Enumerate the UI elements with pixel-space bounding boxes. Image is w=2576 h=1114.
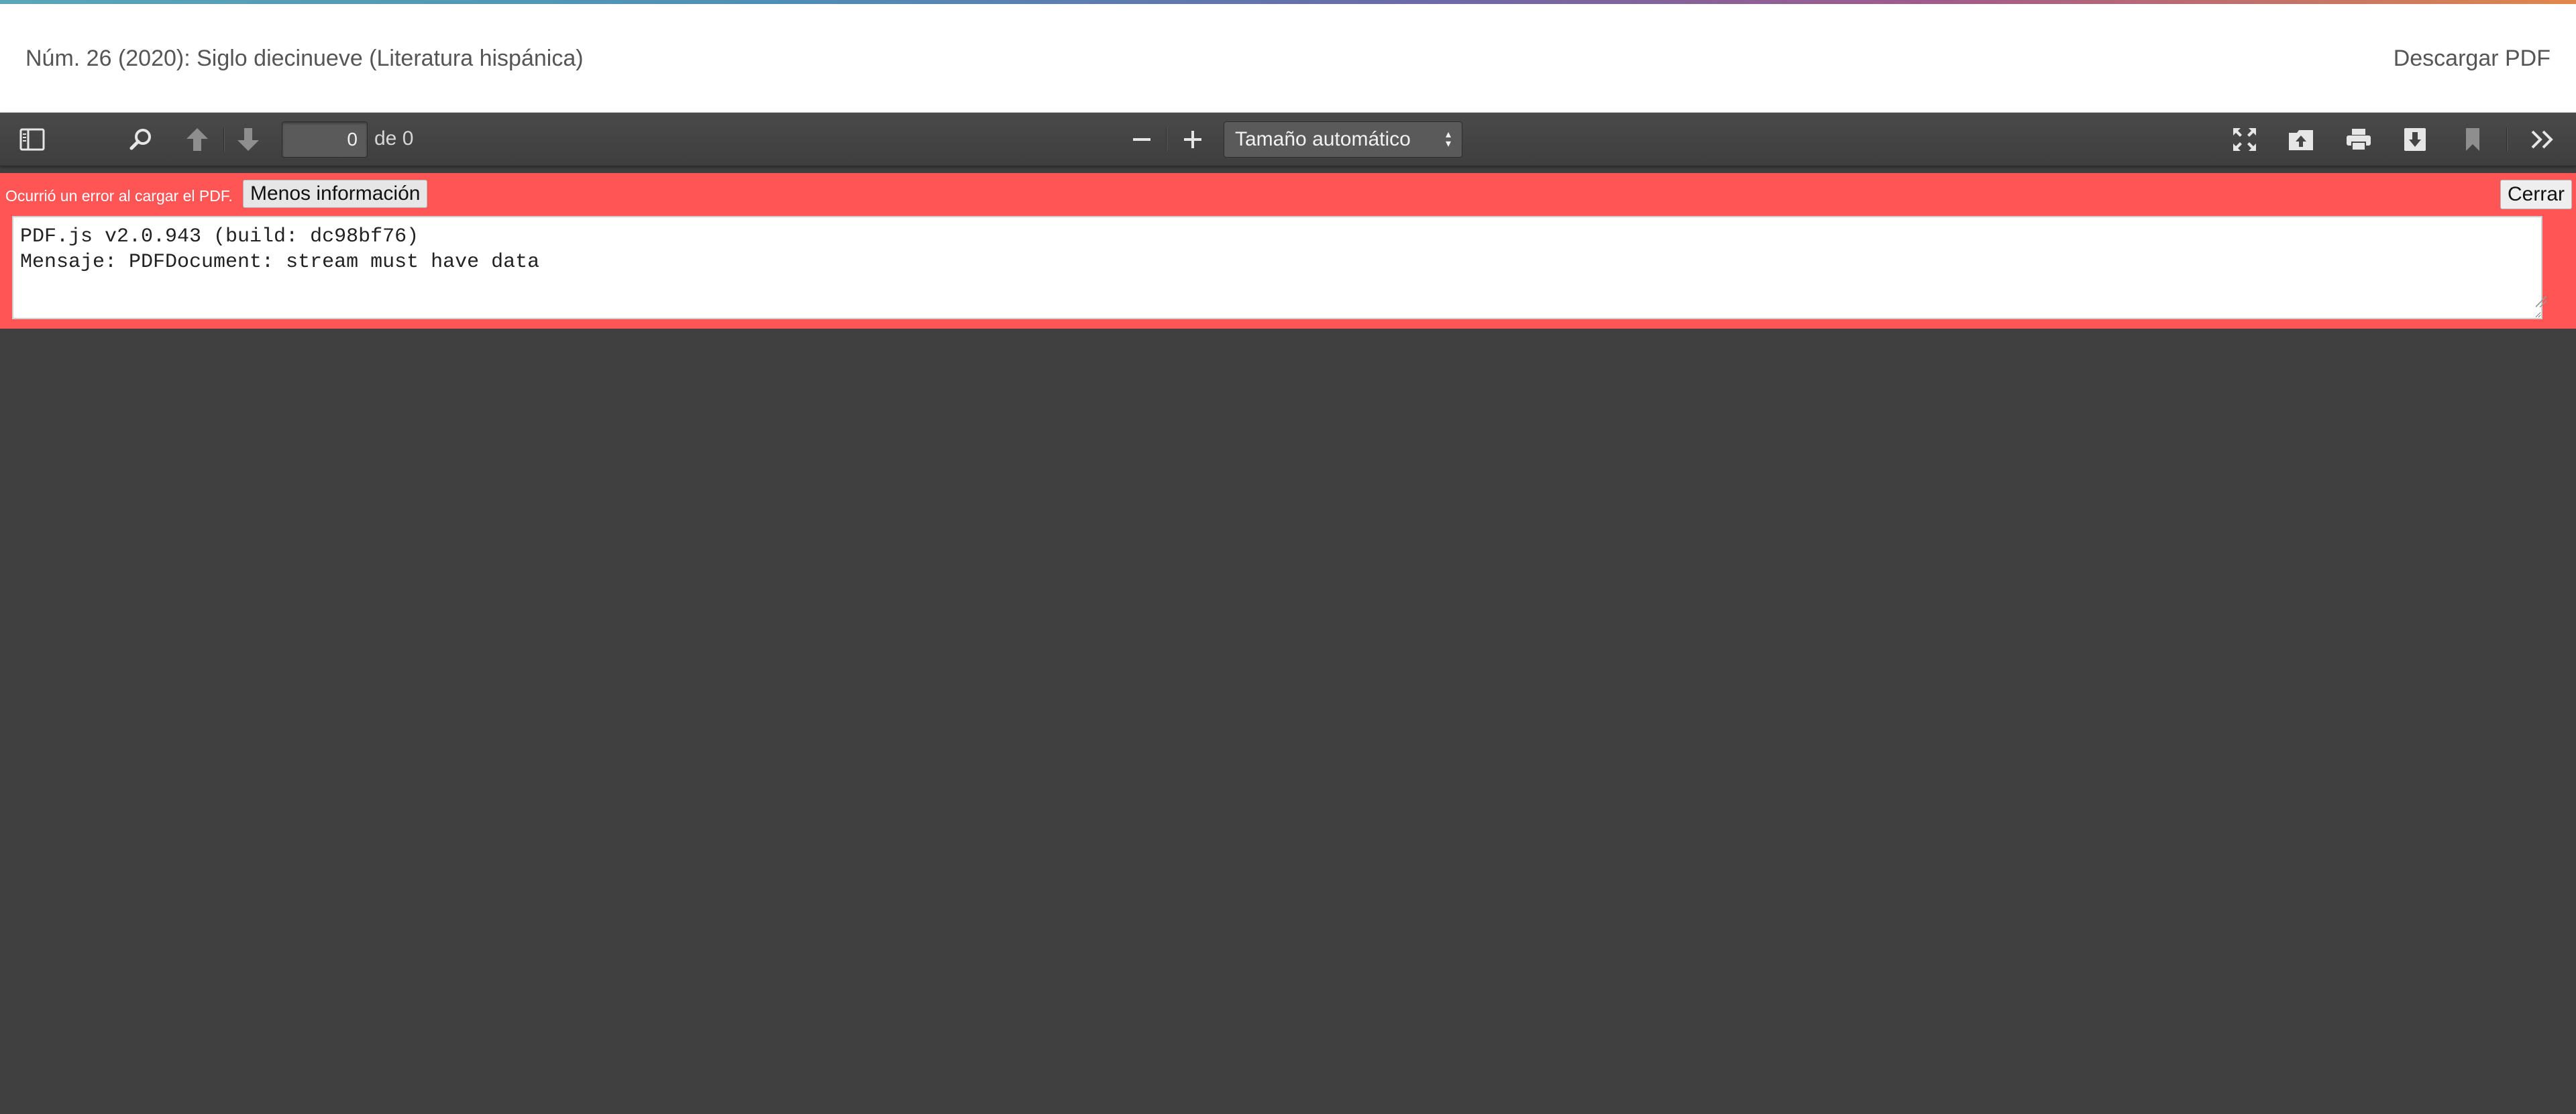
open-file-icon <box>2289 130 2313 150</box>
double-chevron-right-icon <box>2531 130 2553 149</box>
search-icon <box>129 129 151 150</box>
print-button[interactable] <box>2339 119 2379 160</box>
open-file-button[interactable] <box>2281 119 2321 160</box>
error-details-textarea[interactable]: PDF.js v2.0.943 (build: dc98bf76) Mensaj… <box>12 216 2542 319</box>
toolbar-separator <box>1166 127 1167 152</box>
close-error-button[interactable]: Cerrar <box>2500 180 2572 209</box>
toolbar-separator <box>223 127 225 152</box>
arrow-up-icon <box>186 128 208 151</box>
presentation-mode-button[interactable] <box>2224 119 2265 160</box>
download-pdf-link[interactable]: Descargar PDF <box>2394 46 2551 72</box>
pdf-viewer-page: Núm. 26 (2020): Siglo diecinueve (Litera… <box>0 0 2576 1114</box>
minus-icon <box>1133 138 1150 141</box>
next-page-button[interactable] <box>228 119 268 160</box>
viewer-container[interactable] <box>0 329 2576 1114</box>
bookmark-button[interactable] <box>2453 119 2493 160</box>
print-icon <box>2347 129 2371 151</box>
arrow-down-icon <box>237 128 259 151</box>
resize-grip-icon[interactable] <box>2536 296 2546 307</box>
pdf-toolbar: de 0 Tamaño automático ▴▾ <box>0 113 2576 166</box>
plus-icon <box>1184 131 1201 148</box>
download-button[interactable] <box>2395 119 2435 160</box>
page-number-input[interactable] <box>282 121 368 158</box>
error-message: Ocurrió un error al cargar el PDF. <box>5 187 233 205</box>
find-button[interactable] <box>121 119 161 160</box>
fullscreen-icon <box>2233 128 2256 151</box>
zoom-in-button[interactable] <box>1173 119 1213 160</box>
select-arrows-icon: ▴ ▾ <box>1445 129 1451 150</box>
issue-title: Núm. 26 (2020): Siglo diecinueve (Litera… <box>25 46 584 71</box>
tools-button[interactable] <box>2522 119 2563 160</box>
bookmark-icon <box>2466 128 2479 151</box>
page-count-label: de 0 <box>374 127 414 150</box>
download-icon <box>2404 128 2426 151</box>
page-header: Núm. 26 (2020): Siglo diecinueve (Litera… <box>0 4 2576 113</box>
sidebar-toggle-button[interactable] <box>12 119 52 160</box>
zoom-select-value: Tamaño automático <box>1235 128 1411 150</box>
error-wrapper: Ocurrió un error al cargar el PDF. Menos… <box>0 173 2576 329</box>
sidebar-toggle-icon <box>19 128 45 151</box>
less-info-button[interactable]: Menos información <box>243 180 428 208</box>
toolbar-separator <box>2506 127 2508 152</box>
previous-page-button[interactable] <box>177 119 217 160</box>
zoom-select[interactable]: Tamaño automático ▴ ▾ <box>1224 121 1462 158</box>
zoom-out-button[interactable] <box>1122 119 1162 160</box>
